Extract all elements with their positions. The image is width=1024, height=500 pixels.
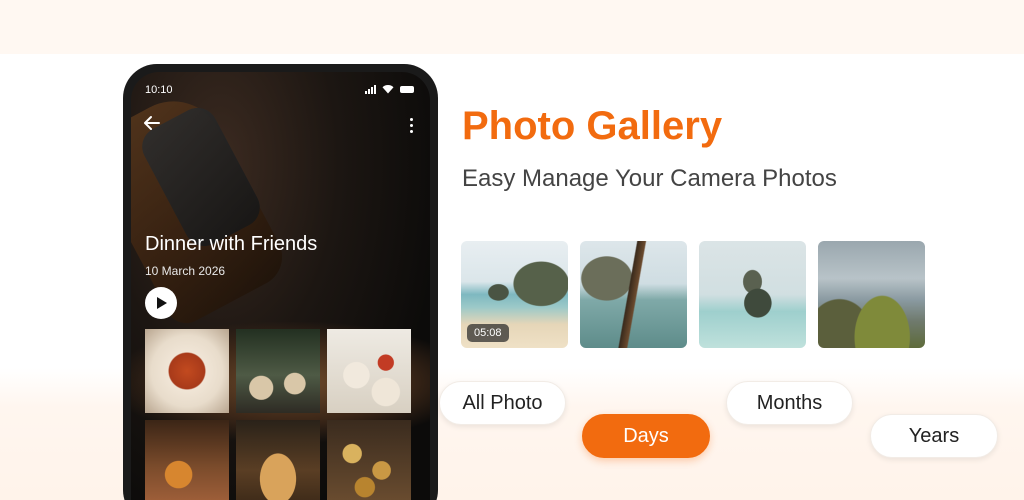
wifi-icon <box>382 85 394 94</box>
album-date: 10 March 2026 <box>145 264 226 278</box>
more-options-icon[interactable] <box>404 114 418 136</box>
filter-label: Years <box>908 424 960 447</box>
photo-tile[interactable] <box>236 329 320 413</box>
signal-icon <box>365 84 376 94</box>
photo-tile[interactable] <box>236 420 320 500</box>
filter-label: All Photo <box>462 391 543 414</box>
top-band <box>0 0 1024 54</box>
video-duration-badge: 05:08 <box>467 324 509 342</box>
photo-tile[interactable] <box>145 329 229 413</box>
photo-thumbnail[interactable] <box>699 241 806 348</box>
album-title: Dinner with Friends <box>145 233 318 255</box>
photo-tile[interactable] <box>327 420 411 500</box>
phone-mockup: 10:10 Dinner with Friends 10 March 2026 <box>123 64 438 500</box>
play-icon <box>157 297 167 309</box>
photo-tile[interactable] <box>327 329 411 413</box>
play-slideshow-button[interactable] <box>145 287 177 319</box>
promo-title: Photo Gallery <box>462 104 723 148</box>
filter-all-photo[interactable]: All Photo <box>439 381 566 425</box>
filter-label: Months <box>756 391 823 414</box>
photo-thumbnail[interactable] <box>818 241 925 348</box>
filter-months[interactable]: Months <box>726 381 853 425</box>
album-screen: 10:10 Dinner with Friends 10 March 2026 <box>131 72 430 500</box>
filter-years[interactable]: Years <box>870 414 998 458</box>
album-photo-grid <box>145 329 415 500</box>
promo-subtitle: Easy Manage Your Camera Photos <box>462 165 837 192</box>
photo-tile[interactable] <box>145 420 229 500</box>
photo-thumbnail[interactable] <box>580 241 687 348</box>
status-bar: 10:10 <box>131 72 430 106</box>
video-thumbnail[interactable]: 05:08 <box>461 241 568 348</box>
filter-days[interactable]: Days <box>582 414 710 458</box>
status-time: 10:10 <box>145 84 173 96</box>
battery-icon <box>400 85 414 93</box>
back-arrow-icon[interactable] <box>143 114 165 136</box>
filter-label: Days <box>623 424 669 447</box>
status-icons <box>365 84 414 94</box>
